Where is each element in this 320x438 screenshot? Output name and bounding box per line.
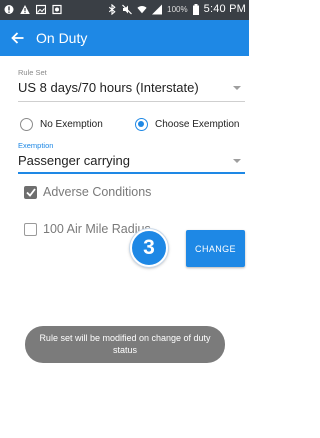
divider	[18, 101, 245, 102]
divider	[18, 172, 245, 174]
checkbox-adverse-conditions[interactable]: Adverse Conditions	[24, 185, 151, 199]
wifi-icon	[137, 5, 147, 13]
back-arrow-icon	[10, 32, 23, 44]
rule-set-dropdown[interactable]: US 8 days/70 hours (Interstate)	[18, 80, 245, 95]
radio-no-exemption[interactable]: No Exemption	[20, 118, 103, 131]
exemption-dropdown[interactable]: Passenger carrying	[18, 153, 245, 168]
radio-choose-exemption[interactable]: Choose Exemption	[135, 118, 240, 131]
battery-icon	[192, 3, 199, 15]
status-bar: 100% 5:40 PM	[0, 0, 249, 20]
exemption-label: Exemption	[18, 141, 54, 150]
photo-icon	[52, 4, 62, 15]
alert-icon	[4, 5, 14, 14]
radio-label: Choose Exemption	[155, 119, 240, 130]
checkbox-checked-icon	[24, 185, 37, 199]
bluetooth-icon	[109, 3, 116, 15]
page-title: On Duty	[36, 30, 88, 46]
checkbox-label: Adverse Conditions	[43, 185, 152, 199]
image-icon	[36, 4, 46, 15]
change-button[interactable]: CHANGE	[186, 230, 245, 267]
battery-percent: 100%	[167, 4, 188, 14]
back-button[interactable]	[2, 20, 32, 56]
app-bar: On Duty	[0, 20, 249, 56]
radio-label: No Exemption	[40, 119, 103, 130]
dropdown-arrow-icon	[233, 158, 241, 163]
checkbox-100-air-mile-radius[interactable]: 100 Air Mile Radius	[24, 222, 151, 236]
radio-checked-icon	[135, 118, 148, 131]
mute-icon	[122, 4, 133, 14]
exemption-radio-group: No Exemption Choose Exemption	[18, 116, 245, 134]
step-number-badge: 3	[130, 229, 168, 267]
status-time: 5:40 PM	[203, 3, 246, 15]
signal-icon	[152, 4, 163, 14]
warning-icon	[20, 5, 30, 14]
exemption-value: Passenger carrying	[18, 153, 130, 168]
rule-set-value: US 8 days/70 hours (Interstate)	[18, 80, 199, 95]
rule-set-label: Rule Set	[18, 68, 47, 77]
dropdown-arrow-icon	[233, 85, 241, 90]
toast-message: Rule set will be modified on change of d…	[25, 326, 225, 363]
radio-unchecked-icon	[20, 118, 33, 131]
checkbox-unchecked-icon	[24, 222, 37, 236]
